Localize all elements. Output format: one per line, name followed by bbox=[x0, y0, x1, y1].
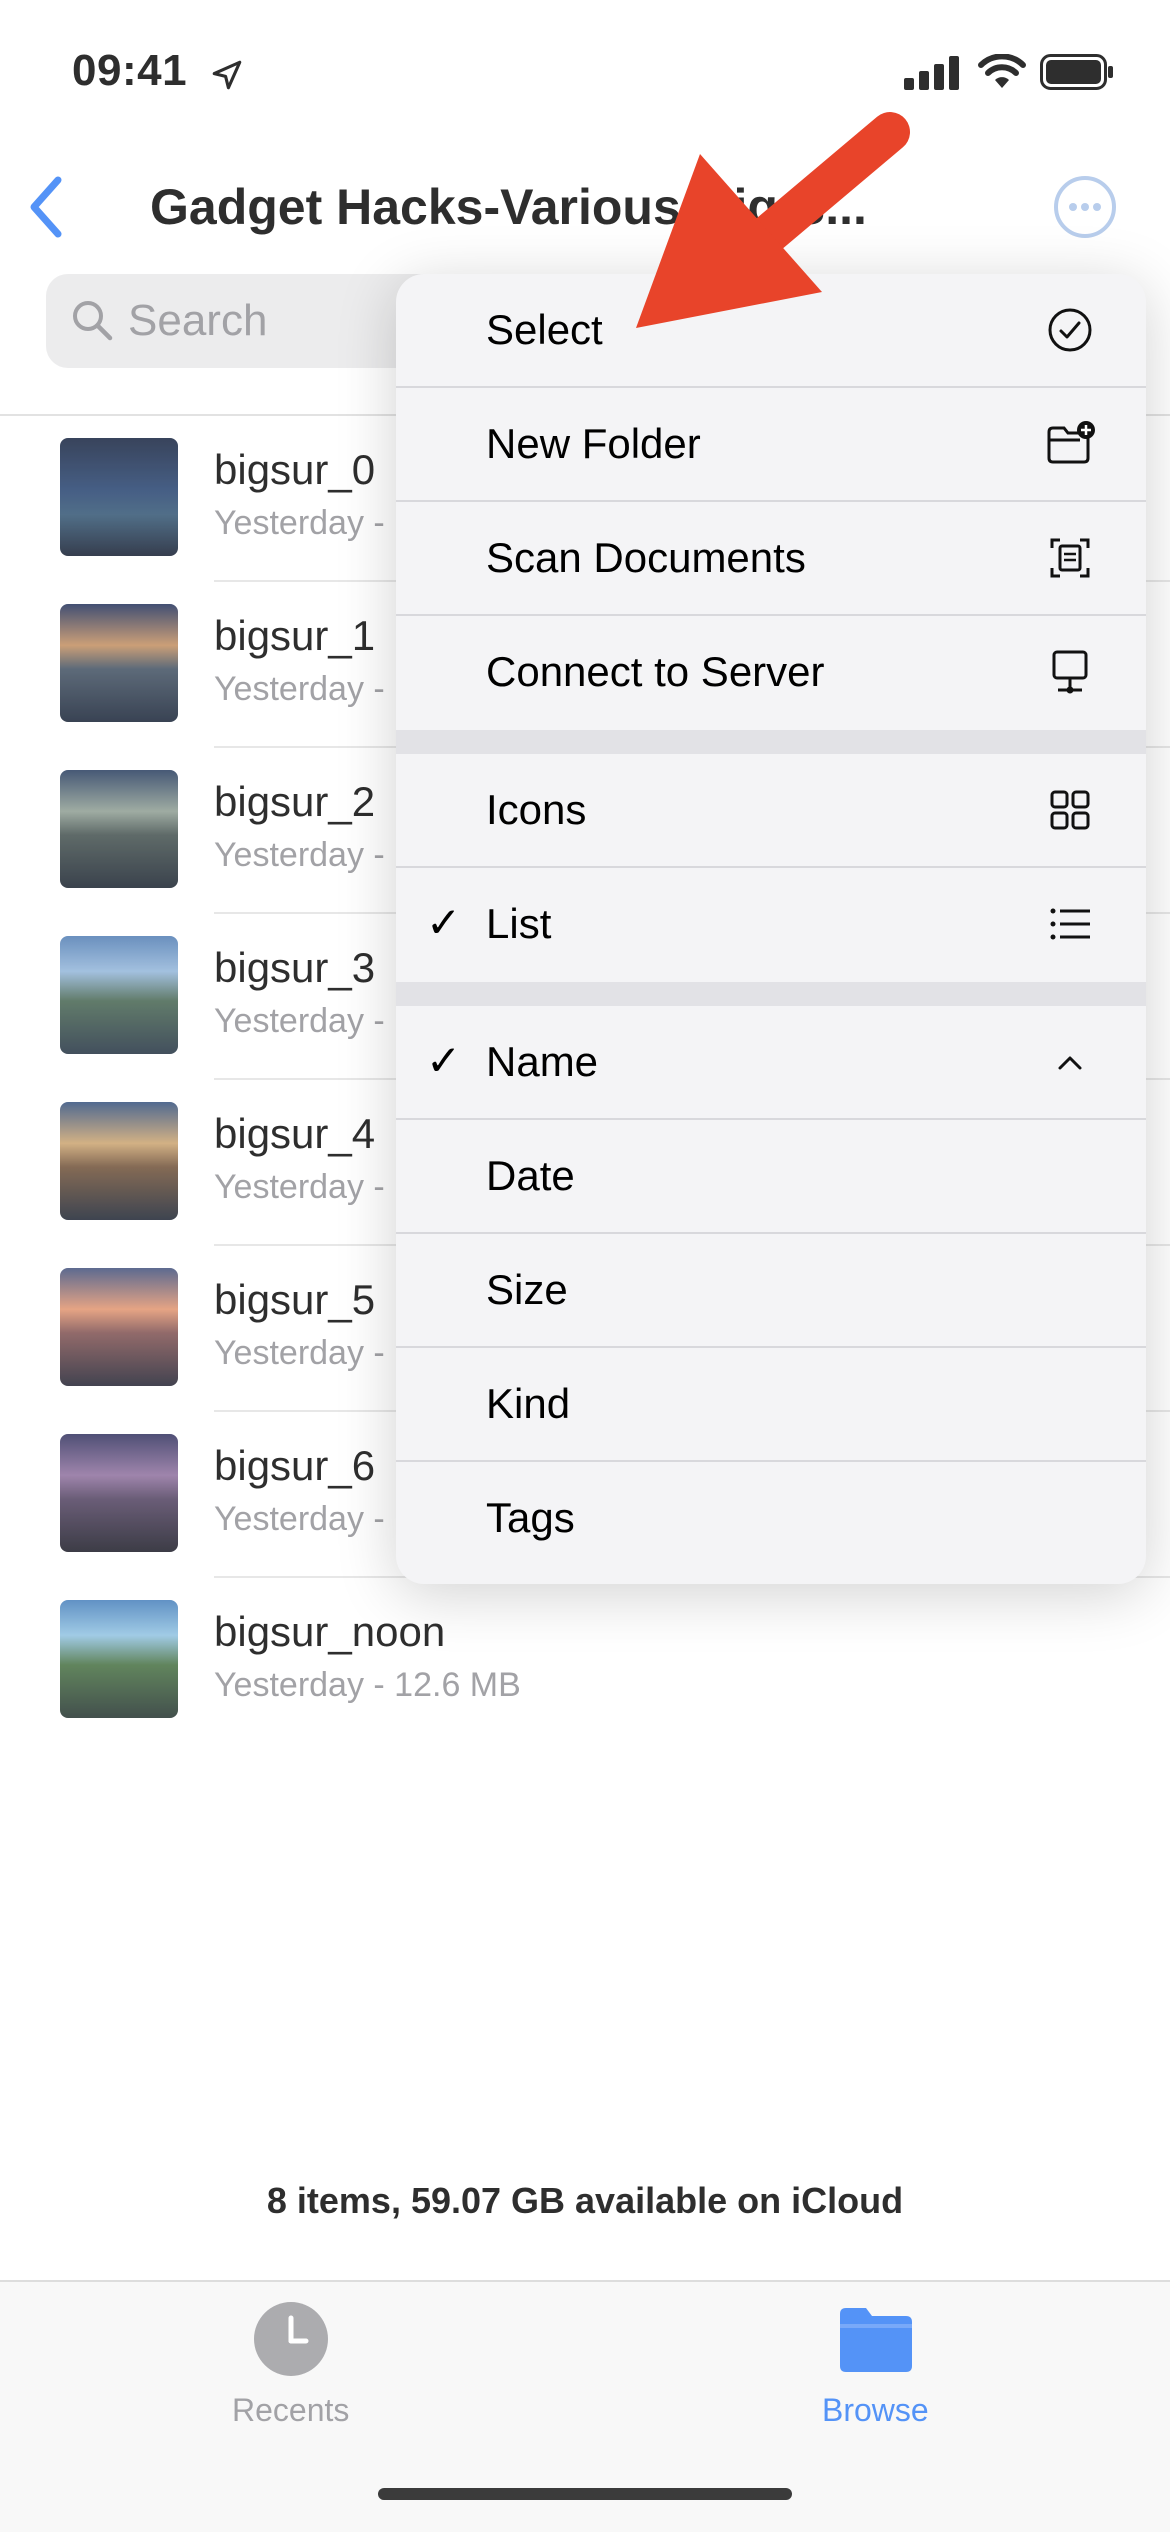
checkmark-circle-icon bbox=[1048, 308, 1092, 352]
menu-item-sort-kind[interactable]: Kind bbox=[396, 1348, 1146, 1462]
menu-item-label: Tags bbox=[486, 1494, 575, 1541]
menu-section-gap bbox=[396, 730, 1146, 754]
grid-icon bbox=[1050, 790, 1090, 830]
menu-item-scan-documents[interactable]: Scan Documents bbox=[396, 502, 1146, 616]
list-icon bbox=[1050, 908, 1090, 940]
checkmark-icon: ✓ bbox=[426, 1037, 462, 1084]
menu-item-connect-to-server[interactable]: Connect to Server bbox=[396, 616, 1146, 730]
options-menu: Select New Folder Scan Documents Connect… bbox=[396, 274, 1146, 1584]
menu-item-label: Select bbox=[486, 306, 603, 353]
menu-item-label: Name bbox=[486, 1038, 599, 1085]
menu-item-label: Kind bbox=[486, 1380, 571, 1427]
menu-item-label: List bbox=[486, 900, 552, 947]
menu-item-label: Size bbox=[486, 1266, 568, 1313]
chevron-up-icon bbox=[1058, 1056, 1082, 1070]
menu-item-sort-date[interactable]: Date bbox=[396, 1120, 1146, 1234]
menu-item-label: Connect to Server bbox=[486, 648, 825, 695]
menu-item-label: New Folder bbox=[486, 420, 701, 467]
checkmark-icon: ✓ bbox=[426, 899, 462, 946]
folder-add-icon bbox=[1047, 421, 1095, 464]
menu-item-sort-tags[interactable]: Tags bbox=[396, 1462, 1146, 1576]
menu-section-gap bbox=[396, 982, 1146, 1006]
menu-item-list[interactable]: ✓ List bbox=[396, 868, 1146, 982]
menu-item-icons[interactable]: Icons bbox=[396, 754, 1146, 868]
menu-item-sort-name[interactable]: ✓ Name bbox=[396, 1006, 1146, 1120]
red-arrow-annotation bbox=[636, 112, 910, 328]
server-display-icon bbox=[1052, 650, 1088, 694]
menu-item-new-folder[interactable]: New Folder bbox=[396, 388, 1146, 502]
menu-item-label: Icons bbox=[486, 786, 587, 833]
menu-item-label: Date bbox=[486, 1152, 575, 1199]
menu-item-label: Scan Documents bbox=[486, 534, 806, 581]
document-scanner-icon bbox=[1050, 538, 1090, 578]
menu-item-sort-size[interactable]: Size bbox=[396, 1234, 1146, 1348]
